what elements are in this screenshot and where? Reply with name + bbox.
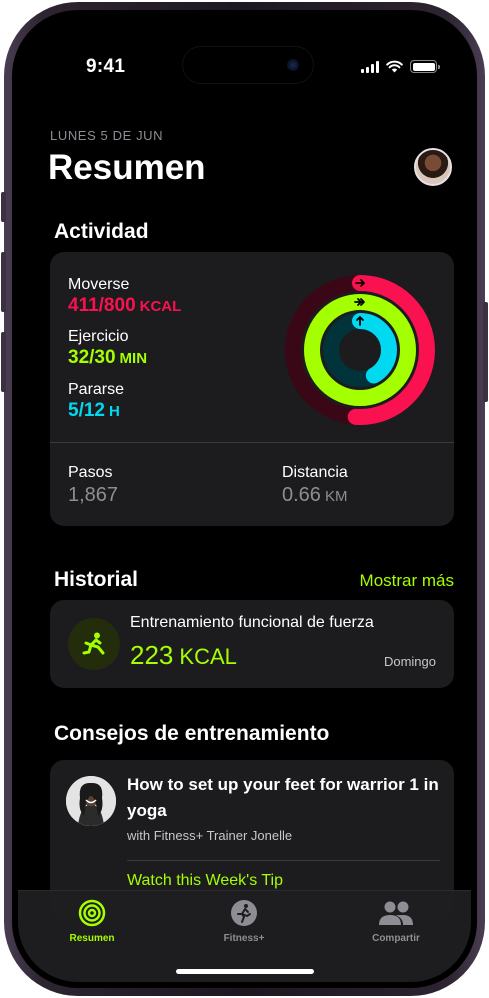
stand-value: 5/12 H xyxy=(68,400,120,421)
volume-down-button xyxy=(1,332,6,392)
tips-section-title: Consejos de entrenamiento xyxy=(54,722,330,745)
tab-summary[interactable]: Resumen xyxy=(32,899,152,944)
tab-fitness-plus[interactable]: Fitness+ xyxy=(184,899,304,944)
volume-up-button xyxy=(1,252,6,312)
tab-fitness-plus-label: Fitness+ xyxy=(223,933,265,944)
screen: 9:41 LUNES 5 DE JUN Resumen Actividad Mo… xyxy=(18,16,471,982)
status-time: 9:41 xyxy=(86,56,126,77)
action-button xyxy=(1,192,6,222)
home-indicator xyxy=(176,969,314,974)
distance-label: Distancia xyxy=(282,464,348,481)
stand-label: Pararse xyxy=(68,381,125,398)
exercise-label: Ejercicio xyxy=(68,328,129,345)
tab-bar: Resumen Fitness+ Compartir xyxy=(18,890,471,982)
tab-sharing[interactable]: Compartir xyxy=(336,899,456,944)
steps-value: 1,867 xyxy=(68,484,119,506)
activity-rings-icon xyxy=(78,899,106,927)
workout-card[interactable]: Entrenamiento funcional de fuerza 223 KCA… xyxy=(50,600,454,688)
move-value: 411/800 KCAL xyxy=(68,295,182,316)
tab-sharing-label: Compartir xyxy=(372,933,420,944)
tip-subtitle: with Fitness+ Trainer Jonelle xyxy=(127,828,293,843)
page-title: Resumen xyxy=(48,148,206,187)
power-button xyxy=(483,302,488,402)
dynamic-island xyxy=(182,46,314,84)
cellular-signal-icon xyxy=(361,60,379,73)
activity-rings xyxy=(285,275,435,425)
tab-summary-label: Resumen xyxy=(69,933,115,944)
trainer-avatar xyxy=(66,776,116,826)
watch-tip-link[interactable]: Watch this Week's Tip xyxy=(127,872,283,890)
card-divider xyxy=(50,442,454,443)
wifi-icon xyxy=(386,60,403,73)
distance-value: 0.66 KM xyxy=(282,484,348,506)
move-label: Moverse xyxy=(68,276,130,293)
date-label: LUNES 5 DE JUN xyxy=(50,128,164,143)
workout-calories: 223 KCAL xyxy=(130,640,237,670)
bezel: 9:41 LUNES 5 DE JUN Resumen Actividad Mo… xyxy=(12,10,477,988)
runner-icon xyxy=(231,900,257,926)
functional-strength-icon xyxy=(68,618,120,670)
tip-title: How to set up your feet for warrior 1 in… xyxy=(127,775,439,820)
activity-section-title: Actividad xyxy=(54,220,149,243)
phone-frame: 9:41 LUNES 5 DE JUN Resumen Actividad Mo… xyxy=(1,2,488,996)
exercise-value: 32/30 MIN xyxy=(68,347,148,368)
show-more-link[interactable]: Mostrar más xyxy=(360,571,454,591)
steps-label: Pasos xyxy=(68,464,113,481)
profile-avatar[interactable] xyxy=(414,148,452,186)
battery-icon xyxy=(410,60,440,73)
tip-divider xyxy=(127,860,440,861)
status-icons xyxy=(361,60,440,73)
workout-title: Entrenamiento funcional de fuerza xyxy=(130,614,374,631)
people-icon xyxy=(379,901,413,925)
workout-day: Domingo xyxy=(383,654,436,669)
activity-card[interactable]: Moverse 411/800 KCAL Ejercicio 32/30 MIN P… xyxy=(50,252,454,526)
camera-icon xyxy=(287,59,299,71)
history-section-title: Historial xyxy=(54,568,139,591)
